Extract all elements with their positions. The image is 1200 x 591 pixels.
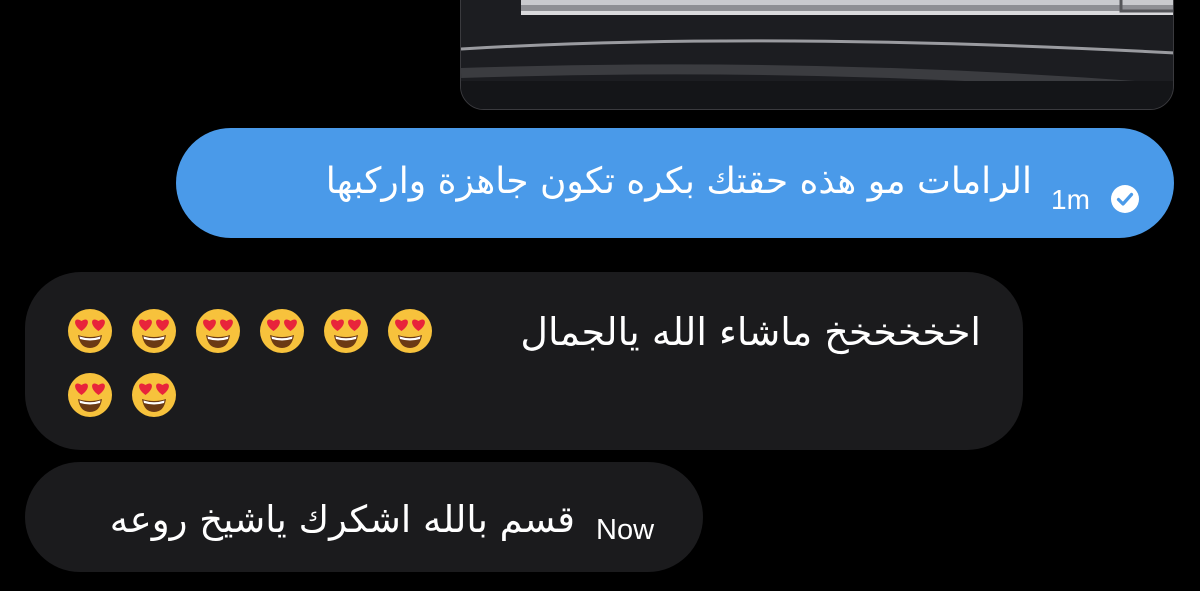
heart-eyes-emoji-icon	[388, 309, 432, 353]
photo-image	[461, 0, 1173, 109]
emoji-row	[67, 308, 433, 354]
incoming-message-bubble[interactable]: قسم بالله اشكرك ياشيخ روعه Now	[25, 462, 703, 572]
heart-eyes-emoji-icon	[132, 373, 176, 417]
photo-attachment[interactable]	[460, 0, 1174, 110]
message-text: قسم بالله اشكرك ياشيخ روعه	[109, 498, 575, 541]
outgoing-message-bubble[interactable]: الرامات مو هذه حقتك بكره تكون جاهزة وارك…	[176, 128, 1174, 238]
message-timestamp: 1m	[1051, 184, 1090, 215]
heart-eyes-emoji-icon	[132, 309, 176, 353]
incoming-message-bubble[interactable]: اخخخخخخ ماشاء الله يالجمال	[25, 272, 1023, 450]
heart-eyes-emoji-icon	[196, 309, 240, 353]
heart-eyes-emoji-icon	[68, 373, 112, 417]
message-text: اخخخخخخ ماشاء الله يالجمال	[520, 310, 981, 354]
message-timestamp: Now	[596, 514, 655, 546]
emoji-row	[67, 372, 177, 418]
heart-eyes-emoji-icon	[260, 309, 304, 353]
heart-eyes-emoji-icon	[324, 309, 368, 353]
message-text: الرامات مو هذه حقتك بكره تكون جاهزة وارك…	[325, 161, 1032, 202]
read-check-icon	[1111, 185, 1139, 213]
heart-eyes-emoji-icon	[68, 309, 112, 353]
